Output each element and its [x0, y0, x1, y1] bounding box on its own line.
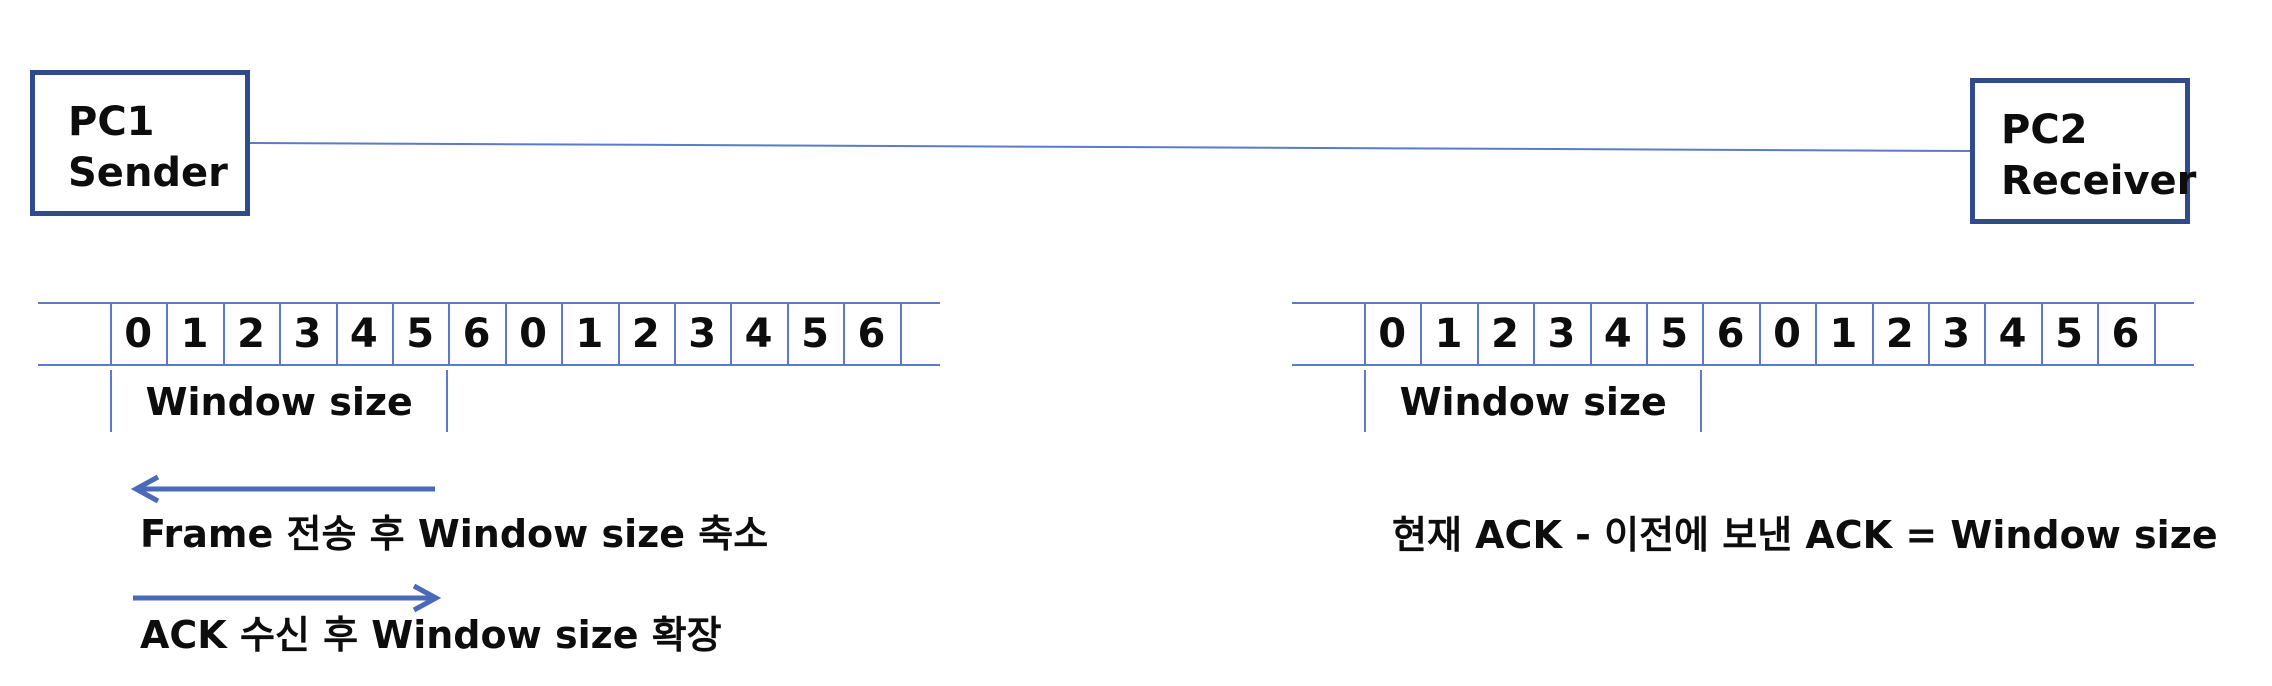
receiver-sequence-number: 6	[2111, 311, 2140, 357]
receiver-sequence-number: 2	[1491, 311, 1519, 357]
receiver-node-title: PC2	[2001, 107, 2088, 153]
receiver-window-label: Window size	[1399, 380, 1667, 424]
sender-sequence-number: 2	[237, 311, 265, 357]
sender-cell-divider	[899, 302, 902, 366]
receiver-sequence-number: 5	[1660, 311, 1689, 357]
receiver-sequence-number: 3	[1942, 311, 1971, 357]
receiver-sequence-strip: 01234560123456	[1292, 302, 2194, 366]
sender-node-role: Sender	[68, 150, 228, 197]
receiver-node-role: Receiver	[2001, 158, 2197, 205]
sender-sequence-number: 2	[631, 311, 660, 357]
sender-sequence-number: 0	[124, 311, 153, 357]
receiver-sequence-number: 5	[2055, 311, 2083, 357]
sender-sequence-number: 4	[349, 311, 378, 357]
sender-node-title: PC1	[68, 99, 155, 145]
receiver-sequence-number: 2	[1885, 311, 1914, 357]
receiver-sequence-number: 3	[1547, 311, 1576, 357]
sender-node: PC1 Sender	[30, 70, 250, 216]
sender-window-label: Window size	[145, 380, 413, 424]
expand-arrow-icon	[133, 583, 442, 613]
receiver-sequence-number: 1	[1829, 311, 1858, 357]
receiver-node: PC2 Receiver	[1970, 78, 2197, 224]
sender-sequence-number: 1	[180, 311, 209, 357]
shrink-arrow-icon	[130, 474, 435, 504]
expand-caption: ACK 수신 후 Window size 확장	[140, 613, 722, 657]
receiver-sequence-number: 6	[1716, 311, 1745, 357]
sender-sequence-number: 5	[406, 311, 435, 357]
sender-sequence-number: 6	[857, 311, 886, 357]
receiver-sequence-number: 1	[1434, 311, 1463, 357]
sender-sequence-number: 5	[801, 311, 829, 357]
receiver-cell-divider	[2153, 302, 2156, 366]
shrink-caption: Frame 전송 후 Window size 축소	[140, 512, 769, 556]
sender-sequence-number: 1	[575, 311, 604, 357]
sender-sequence-number: 6	[462, 311, 491, 357]
receiver-sequence-number: 0	[1773, 311, 1801, 357]
receiver-sequence-number: 4	[1603, 311, 1632, 357]
window-size-formula: 현재 ACK - 이전에 보낸 ACK = Window size	[1392, 513, 2218, 557]
receiver-window: Window size	[1364, 370, 1703, 432]
receiver-sequence-number: 0	[1378, 311, 1407, 357]
receiver-sequence-number: 4	[1998, 311, 2027, 357]
sender-sequence-number: 3	[688, 311, 717, 357]
sender-sequence-number: 3	[293, 311, 322, 357]
sender-window: Window size	[110, 370, 449, 432]
sender-sequence-number: 4	[744, 311, 773, 357]
sender-sequence-number: 0	[519, 311, 547, 357]
sender-sequence-strip: 01234560123456	[38, 302, 940, 366]
